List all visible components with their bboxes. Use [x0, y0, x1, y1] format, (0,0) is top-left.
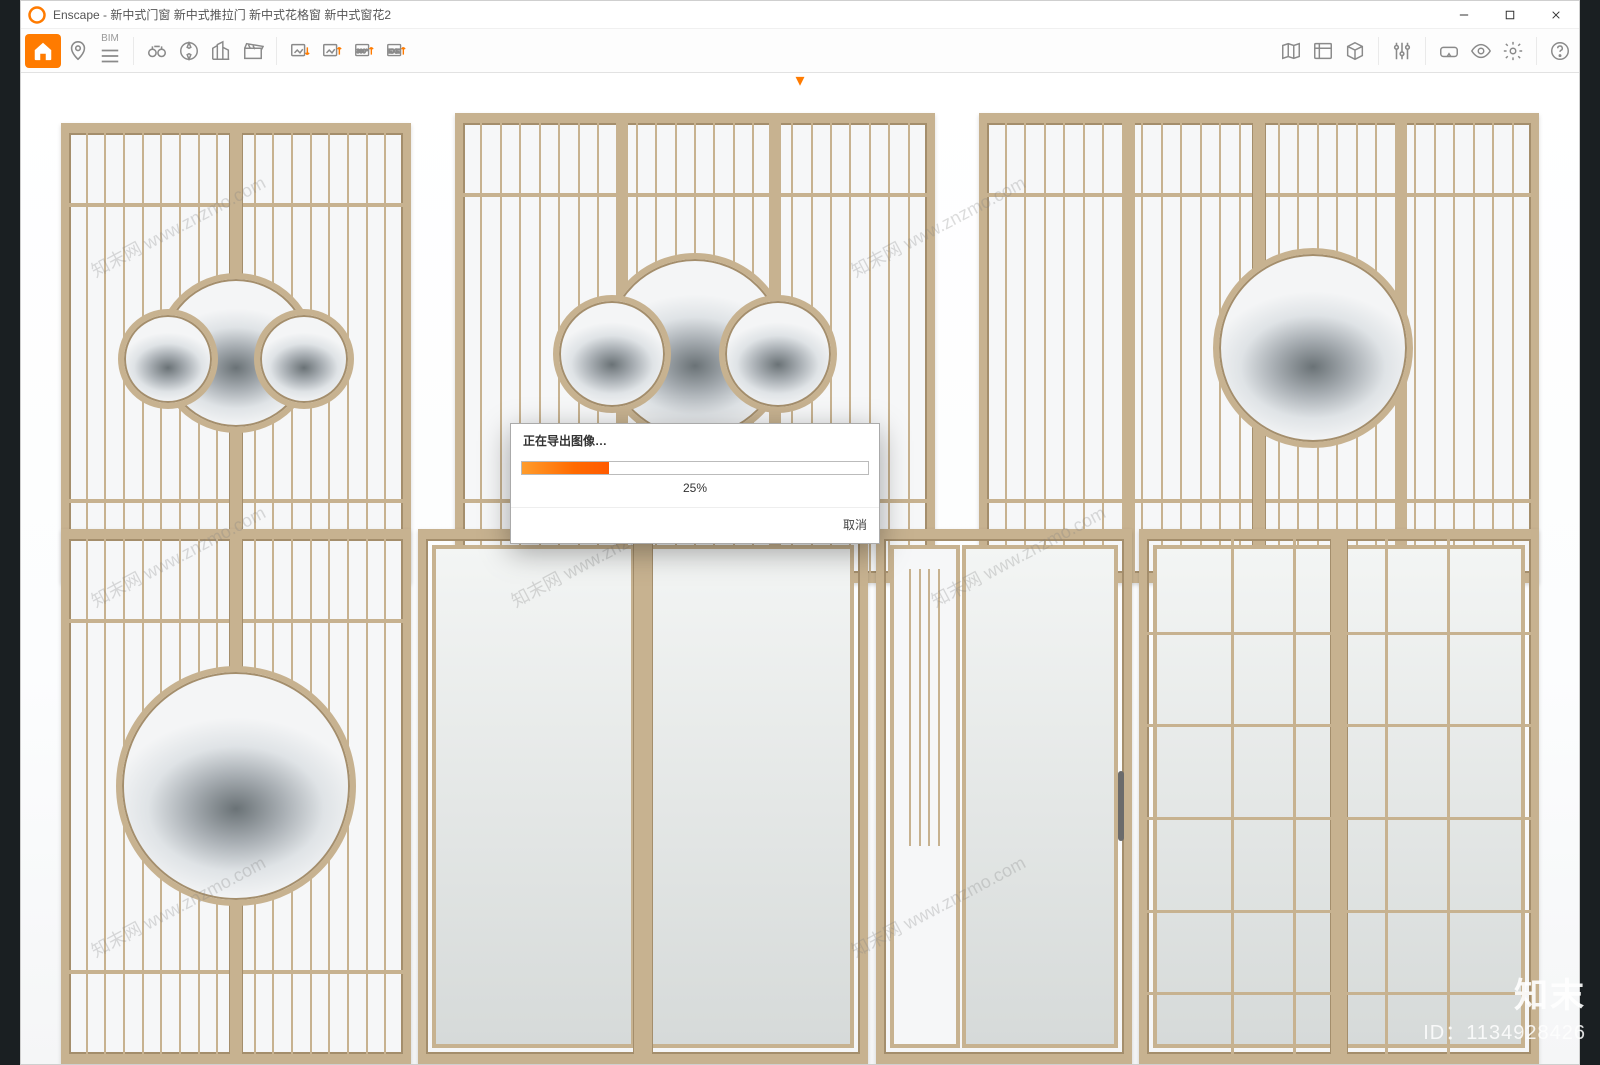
door-panel-quatrefoil-small — [61, 123, 411, 583]
cancel-button[interactable]: 取消 — [843, 516, 867, 533]
door-panel-moon-circle-wide — [979, 113, 1539, 583]
binoculars-button[interactable] — [142, 34, 172, 68]
export-group: 360° EXE — [285, 34, 411, 68]
maximize-button[interactable] — [1487, 1, 1533, 29]
export-progress-dialog: 正在导出图像… 25% 取消 — [510, 423, 880, 544]
asset-library-button[interactable] — [1308, 34, 1338, 68]
minimize-button[interactable] — [1441, 1, 1487, 29]
show-hide-button[interactable] — [1466, 34, 1496, 68]
export-exe-button[interactable]: EXE — [381, 34, 411, 68]
bim-label: BIM — [101, 34, 119, 44]
export-image-button[interactable] — [317, 34, 347, 68]
separator — [1425, 37, 1426, 65]
titlebar: Enscape - 新中式门窗 新中式推拉门 新中式花格窗 新中式窗花2 — [21, 1, 1579, 29]
app-window: Enscape - 新中式门窗 新中式推拉门 新中式花格窗 新中式窗花2 BIM — [20, 0, 1580, 1065]
home-button[interactable] — [25, 34, 61, 68]
svg-text:360°: 360° — [356, 48, 367, 54]
clapper-button[interactable] — [238, 34, 268, 68]
bim-menu-button[interactable]: BIM — [95, 34, 125, 68]
location-pin-button[interactable] — [63, 34, 93, 68]
door-panel-moon-circle-small — [61, 529, 411, 1064]
vr-button[interactable] — [1434, 34, 1464, 68]
compass-button[interactable] — [174, 34, 204, 68]
settings-button[interactable] — [1498, 34, 1528, 68]
door-sliding-narrow — [876, 529, 1132, 1064]
svg-text:EXE: EXE — [389, 48, 400, 54]
export-360-button[interactable]: 360° — [349, 34, 379, 68]
separator — [133, 37, 134, 65]
enscape-logo-icon — [27, 5, 47, 25]
close-button[interactable] — [1533, 1, 1579, 29]
progress-percent-label: 25% — [521, 475, 869, 499]
presets-button[interactable] — [1387, 34, 1417, 68]
door-sliding-grid — [1139, 529, 1539, 1064]
toolbar-expand-handle-icon[interactable]: ▾ — [795, 73, 804, 91]
separator — [276, 37, 277, 65]
separator — [1378, 37, 1379, 65]
window-title: Enscape - 新中式门窗 新中式推拉门 新中式花格窗 新中式窗花2 — [53, 6, 1441, 23]
viewport[interactable]: ▾ — [21, 73, 1579, 1064]
model-row-bottom — [21, 603, 1579, 1064]
dialog-title: 正在导出图像… — [511, 424, 879, 457]
cube-button[interactable] — [1340, 34, 1370, 68]
progress-bar — [521, 461, 869, 475]
import-image-button[interactable] — [285, 34, 315, 68]
help-button[interactable] — [1545, 34, 1575, 68]
toolbar: BIM 360° EXE — [21, 29, 1579, 73]
progress-fill — [522, 462, 609, 474]
buildings-button[interactable] — [206, 34, 236, 68]
map-button[interactable] — [1276, 34, 1306, 68]
door-sliding-glass-plain — [418, 529, 868, 1064]
separator — [1536, 37, 1537, 65]
